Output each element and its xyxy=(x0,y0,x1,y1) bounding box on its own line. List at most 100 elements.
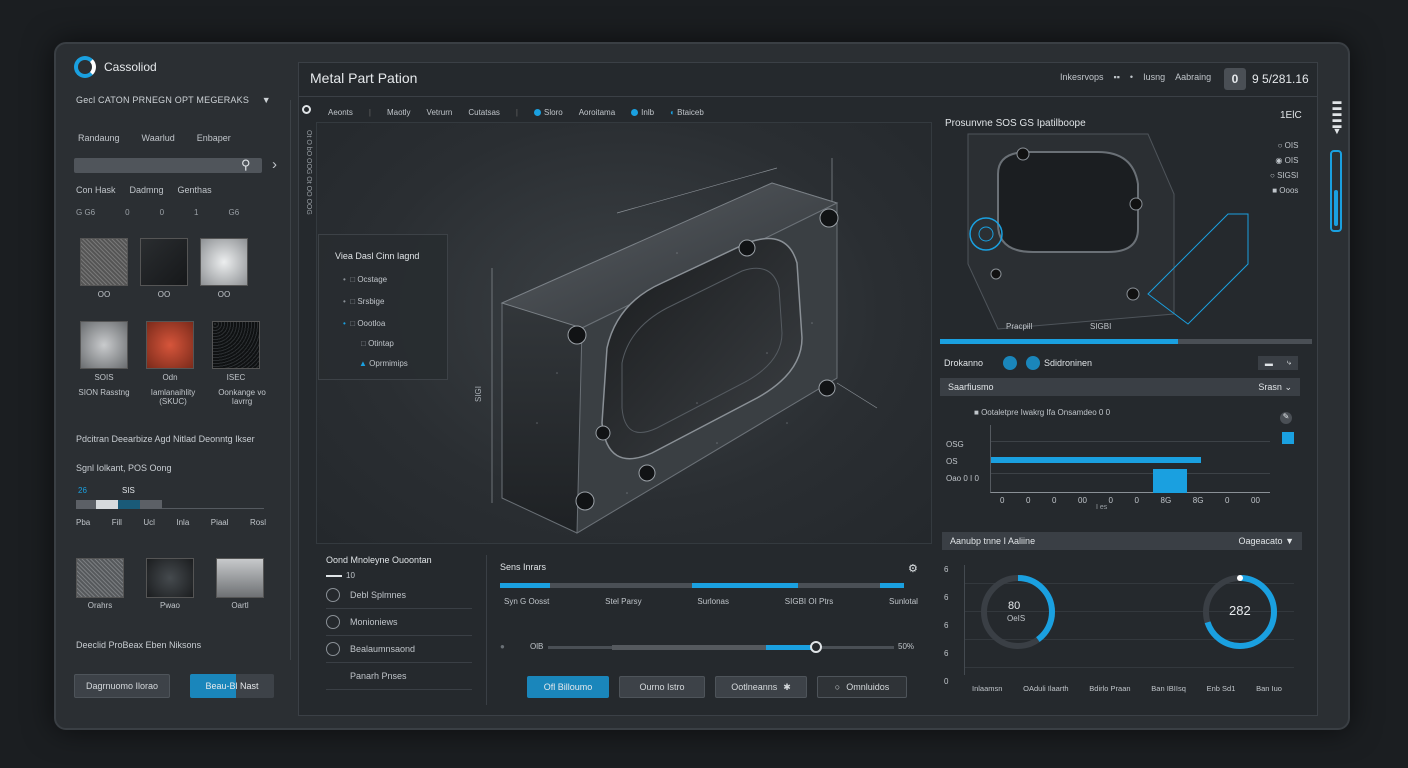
section-heading: Sgnl Iolkant, POS Oong xyxy=(76,463,172,473)
part-preview[interactable] xyxy=(938,114,1312,346)
x-tick: 00 xyxy=(1251,496,1260,505)
gauges-header-label: Aanubp tnne I Aaliine xyxy=(950,536,1036,546)
analysis-dropdown[interactable]: Saarfiusmo Srasn ⌄ xyxy=(940,378,1300,396)
header-item[interactable]: Aabraing xyxy=(1175,72,1211,82)
graph-x-label: I es xyxy=(1096,504,1108,511)
bar-label: Pba xyxy=(76,518,91,527)
material-swatch[interactable]: ISEC xyxy=(212,321,260,382)
gauges-header[interactable]: Aanubp tnne I Aaliine Oageacato ▼ xyxy=(942,532,1302,550)
filter-item[interactable]: Con Hask xyxy=(76,185,116,195)
list-item[interactable]: Bealaumnsaond xyxy=(326,636,472,663)
material-swatch[interactable]: OO xyxy=(80,238,128,299)
material-label: OO xyxy=(217,290,231,299)
slider-handle[interactable] xyxy=(810,641,822,653)
toolbar-item[interactable]: Aeonts xyxy=(328,108,353,117)
x-tick: 0 xyxy=(1000,496,1005,505)
search-input[interactable] xyxy=(74,158,262,173)
toolbar-item[interactable]: Maotly xyxy=(387,108,411,117)
popup-item[interactable]: ▲ Oprmimips xyxy=(359,359,408,368)
slider-track[interactable] xyxy=(548,641,894,653)
bar-graph xyxy=(990,425,1270,493)
list-item[interactable]: Monioniews xyxy=(326,609,472,636)
search-icon[interactable]: ⚲ xyxy=(241,157,251,173)
finish-swatch[interactable]: Orahrs xyxy=(76,558,124,610)
header-item[interactable]: • xyxy=(1130,72,1133,82)
popup-item[interactable]: • □ Oootloa xyxy=(343,319,385,328)
secondary-button[interactable]: Dagrnuomo Ilorao xyxy=(74,674,170,698)
count-value: 0 xyxy=(125,208,130,217)
toolbar-item[interactable]: Vetrurn xyxy=(427,108,453,117)
app-name: Cassoliod xyxy=(104,60,157,74)
bar-label-top: SIS xyxy=(122,486,135,495)
mode-icon xyxy=(326,615,340,629)
material-swatch[interactable]: OO xyxy=(140,238,188,299)
action-button-label: Ootlneanns xyxy=(731,682,778,692)
popup-item[interactable]: □ Otintap xyxy=(361,339,394,348)
header-item[interactable]: Inkesrvops xyxy=(1060,72,1104,82)
gauges-header-value: Oageacato xyxy=(1238,536,1283,546)
popup-item[interactable]: • □ Ocstage xyxy=(343,275,387,284)
list-item-label: Monioniews xyxy=(350,617,398,627)
toolbar-item[interactable]: Cutatsas xyxy=(468,108,500,117)
menu-icon[interactable]: ▬ ▬ ▬ ▬ ▬ ▼ xyxy=(1330,97,1344,136)
toolbar-item[interactable]: Inlb xyxy=(631,108,654,117)
chevron-right-icon[interactable]: › xyxy=(272,156,277,173)
count-value: G G6 xyxy=(76,208,96,217)
toolbar-item[interactable]: ◐ Btaiceb xyxy=(670,108,704,117)
scrollbar[interactable] xyxy=(1330,150,1342,232)
process-step[interactable]: Surlonas xyxy=(697,597,729,606)
sidebar-tab[interactable]: Waarlud xyxy=(142,133,175,143)
graph-row-label: Oao 0 I 0 xyxy=(946,474,979,483)
process-step[interactable]: Sunlotal xyxy=(889,597,918,606)
list-item[interactable]: Debl Splmnes xyxy=(326,582,472,609)
preview-side-item[interactable]: ◉ OIS xyxy=(1270,153,1298,168)
material-swatch[interactable]: Odn xyxy=(146,321,194,382)
primary-button[interactable]: Beau-Bl Nast xyxy=(190,674,274,698)
viewport-toolbar: Aeonts | Maotly Vetrurn Cutatsas | Sloro… xyxy=(328,107,704,117)
material-library-title[interactable]: Gecl CATON PRNEGN OPT MEGERAKS ▼ xyxy=(76,95,271,105)
action-button[interactable]: Ourno Istro xyxy=(619,676,705,698)
preview-progress xyxy=(940,339,1312,344)
finish-swatch[interactable]: Pwao xyxy=(146,558,194,610)
chevron-down-icon[interactable]: ▼ xyxy=(262,95,271,105)
sidebar-tab[interactable]: Enbaper xyxy=(197,133,231,143)
sidebar-tab[interactable]: Randaung xyxy=(78,133,120,143)
finish-swatch[interactable]: Oartl xyxy=(216,558,264,610)
toolbar-item[interactable]: Sloro xyxy=(534,108,563,117)
action-button[interactable]: Ootlneanns ✱ xyxy=(715,676,807,698)
refresh-icon[interactable] xyxy=(1282,432,1294,444)
list-item[interactable]: Panarh Pnses xyxy=(326,663,472,690)
edit-icon[interactable]: ✎ xyxy=(1280,412,1292,424)
process-step[interactable]: Stel Parsy xyxy=(605,597,641,606)
action-button-primary[interactable]: Ofl Billoumo xyxy=(527,676,609,698)
gear-icon[interactable]: ⚙ xyxy=(908,562,918,575)
material-label: ISEC xyxy=(226,373,246,382)
circle-icon: ○ xyxy=(834,682,841,692)
process-step[interactable]: Syn G Oosst xyxy=(504,597,549,606)
material-swatch[interactable]: SOIS xyxy=(80,321,128,382)
preview-side-item[interactable]: ■ Ooos xyxy=(1270,183,1298,198)
x-tick: 0 xyxy=(1134,496,1139,505)
view-toggle[interactable]: ▬ ⤷ xyxy=(1258,356,1298,370)
process-step[interactable]: SIGBI OI Ptrs xyxy=(785,597,833,606)
filter-item[interactable]: Genthas xyxy=(178,185,212,195)
header-item[interactable]: ▪▪ xyxy=(1114,72,1120,82)
vertical-toolbar[interactable]: Ot O bO OOG Ot OO OOG xyxy=(300,130,312,215)
count-value: 1 xyxy=(194,208,199,217)
analysis-toggle-icon[interactable] xyxy=(1003,356,1017,370)
analysis-toggle-icon[interactable] xyxy=(1026,356,1040,370)
popup-item[interactable]: • □ Srsbige xyxy=(343,297,384,306)
action-button-label: Omnluidos xyxy=(846,682,890,692)
material-name: Iamlanaihlity (SKUC) xyxy=(150,388,196,406)
preview-side-item[interactable]: ○ SIGSI xyxy=(1270,168,1298,183)
material-swatch[interactable]: OO xyxy=(200,238,248,299)
preview-render xyxy=(967,133,1249,330)
action-button[interactable]: ○ Omnluidos xyxy=(817,676,907,698)
header-item[interactable]: Iusng xyxy=(1143,72,1165,82)
filter-item[interactable]: Dadmng xyxy=(130,185,164,195)
clock: 0 9 5/281.16 xyxy=(1224,66,1318,92)
scrollbar-thumb[interactable] xyxy=(1334,190,1338,226)
graph-x-ticks: 0 0 0 00 0 0 8G 8G 0 00 xyxy=(1000,496,1260,505)
toolbar-item[interactable]: Aoroitama xyxy=(579,108,615,117)
preview-side-item[interactable]: ○ OIS xyxy=(1270,138,1299,153)
